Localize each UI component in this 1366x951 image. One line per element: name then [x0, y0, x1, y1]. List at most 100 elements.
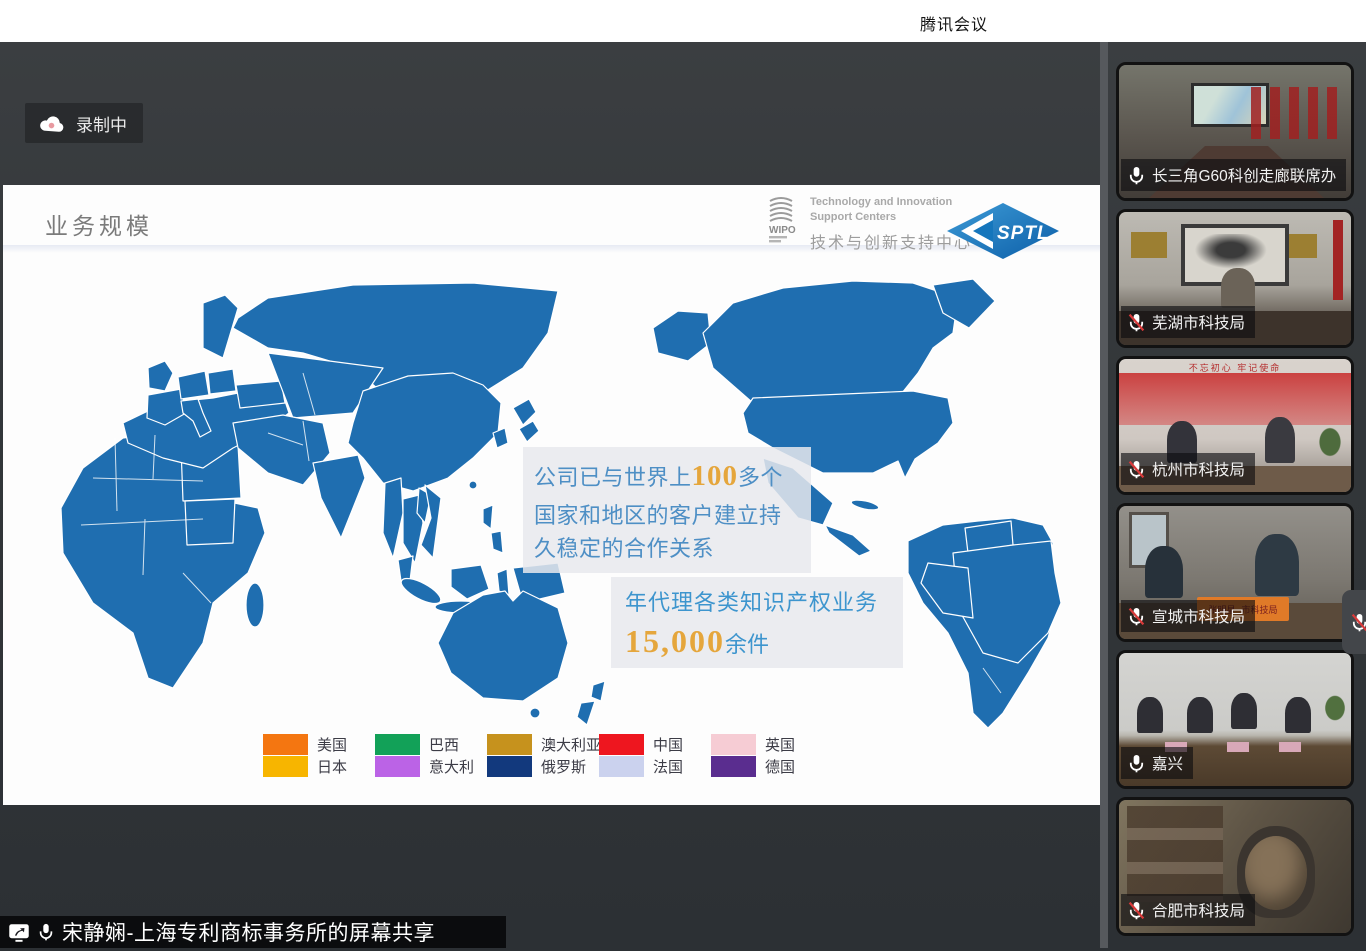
legend-label: 意大利 — [429, 756, 474, 777]
participant-name: 合肥市科技局 — [1152, 899, 1245, 921]
participant-tile[interactable]: 长三角G60科创走廊联席办 — [1116, 62, 1354, 201]
scene-shape — [1137, 697, 1163, 733]
sptl-diamond-icon: SPTL — [947, 203, 1059, 259]
screen-share-statusbar: 宋静娴-上海专利商标事务所的屏幕共享 — [0, 916, 506, 948]
legend-swatch — [599, 734, 644, 755]
scene-shape — [1285, 697, 1311, 733]
mic-icon — [1128, 754, 1145, 773]
callout-clients-number: 100 — [692, 460, 739, 492]
scene-shape — [1323, 693, 1347, 723]
legend-label: 日本 — [317, 756, 347, 777]
scene-shape — [1333, 220, 1343, 300]
country-uk — [148, 361, 173, 391]
mic-icon — [1128, 166, 1145, 185]
participant-tile[interactable]: 嘉兴 — [1116, 650, 1354, 789]
participant-tile[interactable]: 张明星 市科技局 宣城市科技局 — [1116, 503, 1354, 642]
scene-shape — [1231, 693, 1257, 729]
participant-name: 嘉兴 — [1152, 752, 1183, 774]
mic-muted-icon — [1128, 313, 1145, 332]
legend-column: 巴西 意大利 — [375, 733, 487, 777]
country-myanmar — [383, 478, 403, 558]
mic-muted-icon — [1128, 607, 1145, 626]
country-borneo — [451, 565, 489, 599]
legend-label: 美国 — [317, 734, 347, 755]
legend-swatch — [375, 756, 420, 777]
participant-name: 芜湖市科技局 — [1152, 311, 1245, 333]
country-taiwan — [469, 481, 477, 489]
scene-shape — [1221, 268, 1255, 308]
svg-text:WIPO: WIPO — [769, 225, 796, 236]
share-status-text: 宋静娴-上海专利商标事务所的屏幕共享 — [62, 917, 435, 947]
participant-tile[interactable]: 芜湖市科技局 — [1116, 209, 1354, 348]
legend-swatch — [263, 734, 308, 755]
legend-label: 巴西 — [429, 734, 459, 755]
slide-title: 业务规模 — [45, 207, 153, 241]
meeting-window: 腾讯会议 录制中 业务规模 WIPO Technology and Inn — [0, 0, 1366, 951]
scene-shape — [1265, 417, 1295, 463]
callout-cases-suffix: 余件 — [725, 632, 769, 657]
sptl-logo: SPTL — [947, 203, 1059, 264]
scene-shape — [1131, 232, 1167, 258]
country-china — [348, 373, 501, 491]
country-alaska — [653, 311, 711, 361]
country-tasmania — [530, 708, 540, 718]
country-poland — [208, 369, 236, 394]
participant-tile[interactable]: 合肥市科技局 — [1116, 797, 1354, 936]
mic-icon — [38, 923, 54, 941]
legend-column: 美国 日本 — [263, 733, 375, 777]
legend-swatch — [375, 734, 420, 755]
legend-swatch — [487, 756, 532, 777]
participant-name: 长三角G60科创走廊联席办 — [1152, 164, 1336, 186]
app-title: 腾讯会议 — [920, 11, 988, 35]
legend-swatch — [487, 734, 532, 755]
wipo-logo: WIPO Technology and Innovation Support C… — [761, 195, 972, 253]
participant-sidebar: 长三角G60科创走廊联席办 芜湖市科技局 不忘初心 牢记使命 — [1116, 62, 1354, 936]
country-philippines-2 — [491, 531, 503, 553]
legend-column: 中国 法国 — [599, 733, 711, 777]
scene-shape — [1251, 87, 1343, 139]
callout-cases-line1: 年代理各类知识产权业务 — [625, 585, 889, 617]
country-scandinavia — [203, 295, 238, 358]
participant-label: 长三角G60科创走廊联席办 — [1121, 159, 1346, 191]
legend-swatch — [711, 756, 756, 777]
country-madagascar — [246, 583, 264, 627]
callout-clients-pre: 公司已与世界上 — [534, 465, 692, 490]
legend-swatch — [711, 734, 756, 755]
cloud-record-icon — [38, 114, 65, 133]
floating-mic-control[interactable] — [1342, 590, 1366, 654]
scene-shape — [1119, 373, 1351, 425]
participant-label: 嘉兴 — [1121, 747, 1193, 779]
callout-cases: 年代理各类知识产权业务 15,000余件 — [611, 577, 903, 668]
country-ukraine — [236, 381, 285, 408]
country-philippines-1 — [483, 505, 493, 529]
panel-divider — [1100, 42, 1108, 948]
country-sumatra — [398, 574, 444, 609]
legend-label: 澳大利亚 — [541, 734, 601, 755]
wipo-mark-icon: WIPO — [761, 195, 801, 247]
recording-label: 录制中 — [76, 111, 127, 136]
country-germany — [178, 371, 209, 399]
mic-muted-icon — [1128, 460, 1145, 479]
country-sudan — [185, 499, 235, 545]
svg-text:SPTL: SPTL — [997, 223, 1050, 244]
scene-shape — [1279, 742, 1301, 752]
participant-tile[interactable]: 不忘初心 牢记使命 杭州市科技局 — [1116, 356, 1354, 495]
legend-swatch — [263, 756, 308, 777]
scene-shape — [1285, 234, 1317, 258]
legend-label: 英国 — [765, 734, 795, 755]
country-cuba — [850, 498, 879, 512]
legend-swatch — [599, 756, 644, 777]
legend-label: 德国 — [765, 756, 795, 777]
participant-label: 合肥市科技局 — [1121, 894, 1255, 926]
participant-name: 杭州市科技局 — [1152, 458, 1245, 480]
window-titlebar: 腾讯会议 — [0, 0, 1366, 42]
participant-label: 宣城市科技局 — [1121, 600, 1255, 632]
scene-shape — [1227, 742, 1249, 752]
region-central-america — [825, 525, 871, 556]
participant-name: 宣城市科技局 — [1152, 605, 1245, 627]
scene-shape — [1255, 534, 1299, 596]
recording-indicator[interactable]: 录制中 — [25, 103, 143, 143]
map-legend: 美国 日本 巴西 意大利 澳大利亚 俄罗斯 中国 法国 英国 德国 — [263, 733, 823, 777]
participant-label: 杭州市科技局 — [1121, 453, 1255, 485]
legend-column: 澳大利亚 俄罗斯 — [487, 733, 599, 777]
